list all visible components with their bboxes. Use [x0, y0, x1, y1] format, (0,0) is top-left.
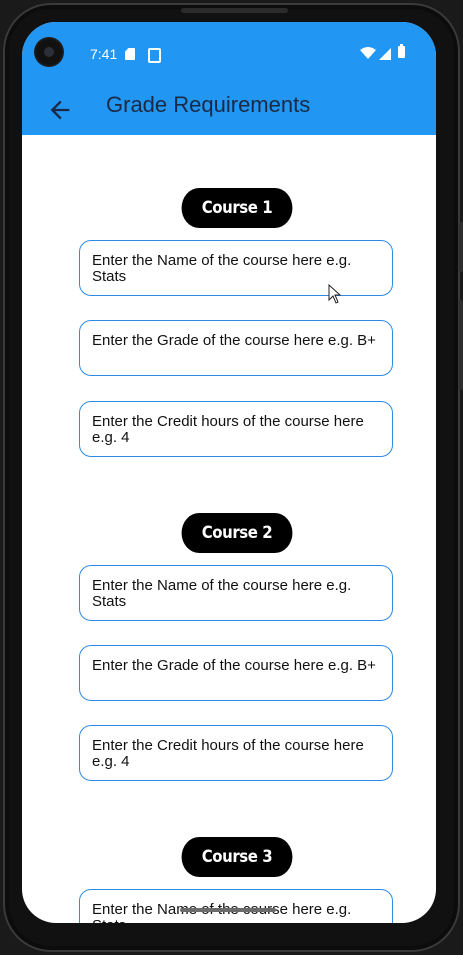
power-button — [459, 222, 463, 272]
page-title: Grade Requirements — [106, 92, 311, 117]
course-label: Course 3 — [181, 837, 293, 877]
volume-button — [459, 300, 463, 390]
course-name-field[interactable]: Enter the Name of the course here e.g. S… — [79, 565, 393, 621]
app-bar: Grade Requirements — [22, 86, 436, 135]
camera-hole — [36, 39, 62, 65]
status-time: 7:41 — [90, 46, 118, 62]
course-grade-field[interactable]: Enter the Grade of the course here e.g. … — [79, 320, 393, 376]
screen: 7:41 Grade Requirements Course 1 Enter t… — [22, 22, 436, 923]
sd-card-icon — [125, 48, 135, 60]
signal-icon — [379, 48, 391, 60]
gesture-nav-bar[interactable] — [180, 908, 276, 912]
course-label: Course 1 — [181, 188, 293, 228]
course-name-field[interactable]: Enter the Name of the course here e.g. S… — [79, 240, 393, 296]
battery-icon — [398, 44, 405, 58]
mouse-pointer-icon — [328, 284, 342, 304]
course-credit-hours-field[interactable]: Enter the Credit hours of the course her… — [79, 401, 393, 457]
course-name-field[interactable]: Enter the Name of the course here e.g. S… — [79, 889, 393, 923]
status-bar: 7:41 — [22, 22, 436, 86]
screenshot-icon — [148, 48, 161, 63]
course-list[interactable]: Course 1 Enter the Name of the course he… — [22, 135, 436, 923]
course-label: Course 2 — [181, 513, 293, 553]
arrow-back-icon[interactable] — [46, 96, 74, 124]
course-credit-hours-field[interactable]: Enter the Credit hours of the course her… — [79, 725, 393, 781]
wifi-icon — [360, 47, 376, 59]
speaker-grille — [181, 8, 288, 13]
course-grade-field[interactable]: Enter the Grade of the course here e.g. … — [79, 645, 393, 701]
